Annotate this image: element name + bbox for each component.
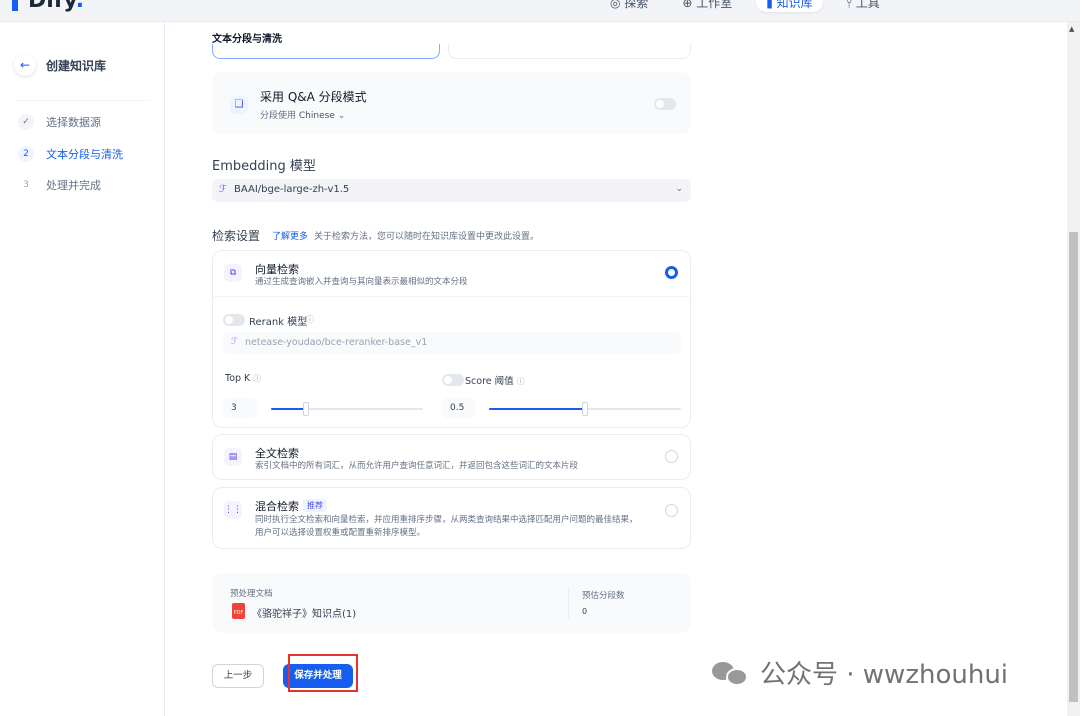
score-label: Score 阈值 ⓘ xyxy=(465,376,525,387)
score-slider-handle[interactable] xyxy=(582,402,588,416)
chat-icon: ❏ xyxy=(230,96,248,114)
qa-language: 分段使用 Chinese ⌄ xyxy=(260,111,346,121)
hybrid-desc-line1: 同时执行全文检索和向量检索，并应用重排序步骤，从两类查询结果中选择匹配用户问题的… xyxy=(255,515,638,525)
scroll-up-arrow-icon[interactable]: ▲ xyxy=(1069,25,1074,33)
fulltext-search-radio[interactable] xyxy=(665,450,678,463)
embedding-label: Embedding 模型 xyxy=(212,159,316,174)
vector-desc: 通过生成查询嵌入并查询与其向量表示最相似的文本分段 xyxy=(255,277,468,287)
preprocess-doc-label: 预处理文档 xyxy=(230,589,273,599)
fulltext-search-option[interactable]: ▤ 全文检索 索引文档中的所有词汇，从而允许用户查询任意词汇，并返回包含这些词汇… xyxy=(212,434,691,480)
summary-divider xyxy=(568,587,569,619)
fulltext-desc: 索引文档中的所有词汇，从而允许用户查询任意词汇，并返回包含这些词汇的文本片段 xyxy=(255,461,579,471)
briefcase-icon: ⊕ xyxy=(682,0,697,10)
vector-search-card: ⧉ 向量检索 通过生成查询嵌入并查询与其向量表示最相似的文本分段 Rerank … xyxy=(212,250,691,428)
rerank-label: Rerank 模型 xyxy=(249,317,308,328)
watermark: 公众号 · wwzhouhui xyxy=(712,654,1008,691)
preprocess-file-name: 《骆驼祥子》知识点(1) xyxy=(252,609,357,620)
chevron-down-icon: ⌄ xyxy=(675,184,683,194)
check-icon: ✓ xyxy=(18,114,34,130)
topk-slider[interactable] xyxy=(271,402,423,416)
hybrid-search-radio[interactable] xyxy=(665,504,678,517)
topk-label: Top K ⓘ xyxy=(225,373,262,384)
pdf-icon: PDF xyxy=(232,603,245,619)
step-label: 选择数据源 xyxy=(46,116,101,129)
main-nav: ◎ 探索 ⊕ 工作室 ▮ 知识库 ⫯ 工具 xyxy=(600,0,890,12)
language-select[interactable]: Chinese xyxy=(299,111,335,121)
step-label: 处理并完成 xyxy=(46,179,101,192)
fulltext-title: 全文检索 xyxy=(255,447,299,460)
vector-icon: ⧉ xyxy=(224,264,242,282)
hybrid-search-option[interactable]: ⋮⋮ 混合检索 推荐 同时执行全文检索和向量检索，并应用重排序步骤，从两类查询结… xyxy=(212,487,691,549)
section-title: 文本分段与清洗 xyxy=(212,34,282,45)
vector-title: 向量检索 xyxy=(255,263,299,276)
main-content: 文本分段与清洗 ❏ 采用 Q&A 分段模式 分段使用 Chinese ⌄ Emb… xyxy=(165,22,1067,716)
preprocess-summary: 预处理文档 PDF 《骆驼祥子》知识点(1) 预估分段数 0 xyxy=(212,573,691,633)
step-segment-clean: 2 文本分段与清洗 xyxy=(18,146,123,162)
retrieval-description: 关于检索方法，您可以随时在知识库设置中更改此设置。 xyxy=(314,232,540,242)
score-input[interactable]: 0.5 xyxy=(442,398,476,418)
chevron-down-icon: ⌄ xyxy=(337,111,346,121)
learn-more-link[interactable]: 了解更多 xyxy=(272,229,308,242)
nav-explore[interactable]: ◎ 探索 xyxy=(600,0,658,12)
score-slider[interactable] xyxy=(489,402,681,416)
embedding-model-value: BAAI/bge-large-zh-v1.5 xyxy=(234,184,350,195)
steps-sidebar: ← 创建知识库 ✓ 选择数据源 2 文本分段与清洗 3 处理并完成 xyxy=(0,22,165,716)
document-search-icon: ▤ xyxy=(224,448,242,466)
model-icon: ℱ xyxy=(219,184,227,195)
vector-search-option[interactable]: ⧉ 向量检索 通过生成查询嵌入并查询与其向量表示最相似的文本分段 xyxy=(213,251,690,297)
qa-title: 采用 Q&A 分段模式 xyxy=(260,90,367,104)
topk-slider-fill xyxy=(271,408,305,410)
nav-knowledge[interactable]: ▮ 知识库 xyxy=(756,0,823,12)
sidebar-title: 创建知识库 xyxy=(46,58,107,73)
embedding-model-select[interactable]: ℱ BAAI/bge-large-zh-v1.5 ⌄ xyxy=(212,179,691,202)
model-icon: ℱ xyxy=(231,337,239,347)
scrollbar-thumb[interactable] xyxy=(1069,232,1078,702)
segment-mode-custom-card[interactable] xyxy=(448,44,691,59)
info-icon[interactable]: ⓘ xyxy=(253,374,261,383)
step-process-finish: 3 处理并完成 xyxy=(18,177,101,193)
recommended-badge: 推荐 xyxy=(303,499,327,512)
estimate-value: 0 xyxy=(582,607,588,616)
nav-tools[interactable]: ⫯ 工具 xyxy=(837,0,890,12)
score-threshold-toggle[interactable] xyxy=(442,374,464,386)
retrieval-label: 检索设置 xyxy=(212,229,261,243)
step-number: 2 xyxy=(18,146,34,162)
rerank-model-value: netease-youdao/bce-reranker-base_v1 xyxy=(245,337,428,348)
sidebar-divider xyxy=(14,100,150,101)
info-icon[interactable]: ⓘ xyxy=(517,377,525,386)
compass-icon: ◎ xyxy=(610,0,625,10)
app-logo[interactable]: Dify. xyxy=(12,0,84,13)
highlight-annotation xyxy=(288,654,358,692)
segment-mode-auto-card[interactable] xyxy=(212,44,440,59)
rerank-model-select[interactable]: ℱ netease-youdao/bce-reranker-base_v1 xyxy=(223,332,681,354)
info-icon[interactable]: ⓘ xyxy=(306,314,314,325)
previous-step-button[interactable]: 上一步 xyxy=(212,664,264,688)
back-arrow-icon[interactable]: ← xyxy=(14,54,36,76)
step-label: 文本分段与清洗 xyxy=(46,148,123,161)
wechat-icon xyxy=(712,660,752,686)
top-navbar: Dify. ◎ 探索 ⊕ 工作室 ▮ 知识库 ⫯ 工具 xyxy=(0,0,1080,22)
hybrid-title: 混合检索 xyxy=(255,500,299,513)
topk-slider-handle[interactable] xyxy=(303,402,309,416)
grid-icon: ⋮⋮ xyxy=(224,501,242,519)
back-header: ← 创建知识库 xyxy=(14,54,106,76)
qa-mode-toggle[interactable] xyxy=(654,98,676,110)
topk-input[interactable]: 3 xyxy=(223,398,257,418)
book-icon: ▮ xyxy=(766,0,777,10)
tool-icon: ⫯ xyxy=(846,0,856,10)
qa-mode-card: ❏ 采用 Q&A 分段模式 分段使用 Chinese ⌄ xyxy=(212,72,691,134)
hybrid-desc-line2: 用户可以选择设置权重或配置重新排序模型。 xyxy=(255,528,426,538)
rerank-toggle[interactable] xyxy=(223,314,245,326)
nav-studio[interactable]: ⊕ 工作室 xyxy=(672,0,742,12)
estimate-label: 预估分段数 xyxy=(582,591,625,601)
score-slider-fill xyxy=(489,408,585,410)
step-number: 3 xyxy=(23,180,29,190)
step-select-source: ✓ 选择数据源 xyxy=(18,114,101,130)
vector-search-radio[interactable] xyxy=(665,266,678,279)
